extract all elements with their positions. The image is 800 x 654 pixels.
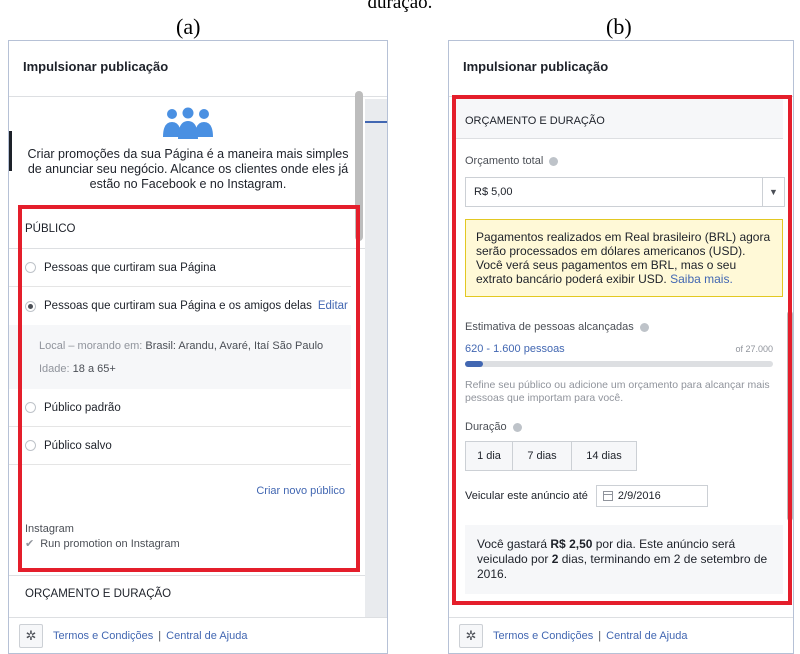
instagram-option-label: Run promotion on Instagram	[40, 537, 180, 550]
budget-duration-section: ORÇAMENTO E DURAÇÃO Orçamento total R$ 5…	[453, 99, 785, 594]
budget-value: R$ 5,00	[474, 186, 513, 198]
budget-label-row: Orçamento total	[453, 155, 783, 167]
audience-section-title: PÚBLICO	[9, 209, 365, 249]
checkmark-icon[interactable]: ✔	[25, 537, 34, 550]
reach-progress-bar	[465, 361, 773, 367]
panel-b-label: (b)	[606, 14, 632, 39]
budget-label: Orçamento total	[465, 155, 544, 167]
panel-footer: ✲ Termos e Condições | Central de Ajuda	[9, 617, 387, 653]
option-label: Público salvo	[44, 439, 112, 452]
reach-hint: Refine seu público ou adicione um orçame…	[465, 379, 770, 404]
reach-label-row: Estimativa de pessoas alcançadas	[453, 321, 783, 333]
radio-button[interactable]	[25, 440, 36, 451]
panel-footer: ✲ Termos e Condições | Central de Ajuda	[449, 617, 793, 653]
create-audience-link[interactable]: Criar novo público	[9, 465, 365, 505]
location-label: Local – morando em:	[39, 340, 143, 352]
duration-options: 1 dia 7 dias 14 dias	[465, 441, 783, 471]
radio-button[interactable]	[25, 402, 36, 413]
budget-select[interactable]: R$ 5,00 ▼	[465, 177, 785, 207]
spend-summary: Você gastará R$ 2,50 por dia. Este anúnc…	[465, 525, 783, 594]
audience-option-page-likers[interactable]: Pessoas que curtiram sua Página	[9, 249, 351, 287]
people-group-icon	[163, 107, 213, 139]
audience-option-saved[interactable]: Público salvo	[9, 427, 351, 465]
audience-option-page-likers-friends[interactable]: Pessoas que curtiram sua Página e os ami…	[9, 287, 351, 325]
terms-link[interactable]: Termos e Condições	[493, 630, 593, 642]
option-label: Público padrão	[44, 401, 121, 414]
panel-title: Impulsionar publicação	[449, 41, 793, 97]
duration-1-day-button[interactable]: 1 dia	[465, 441, 513, 471]
footer-separator: |	[598, 629, 602, 642]
reach-maximum: of 27.000	[735, 344, 773, 354]
scrollbar[interactable]	[787, 311, 793, 521]
reach-label: Estimativa de pessoas alcançadas	[465, 321, 634, 333]
end-date-row: Veicular este anúncio até 2/9/2016	[453, 485, 783, 507]
end-date-value: 2/9/2016	[617, 490, 661, 502]
currency-notice: Pagamentos realizados em Real brasileiro…	[465, 219, 783, 297]
daily-amount: R$ 2,50	[550, 537, 593, 551]
figure-caption: duração.	[367, 0, 433, 13]
duration-7-days-button[interactable]: 7 dias	[512, 441, 572, 471]
age-label: Idade:	[39, 363, 70, 375]
promo-block: Criar promoções da sua Página é a maneir…	[23, 99, 353, 192]
instagram-title: Instagram	[25, 523, 74, 535]
reach-estimate: 620 - 1.600 pessoas	[465, 343, 565, 355]
radio-button-selected[interactable]	[25, 300, 36, 312]
terms-link[interactable]: Termos e Condições	[53, 630, 153, 642]
option-label: Pessoas que curtiram sua Página e os ami…	[44, 300, 312, 312]
audience-option-default[interactable]: Público padrão	[9, 389, 351, 427]
footer-separator: |	[158, 629, 162, 642]
instagram-checkbox-row[interactable]: ✔ Run promotion on Instagram	[25, 537, 365, 551]
calendar-icon[interactable]	[602, 491, 613, 501]
edit-audience-link[interactable]: Editar	[318, 300, 348, 312]
audience-section: PÚBLICO Pessoas que curtiram sua Página …	[9, 209, 365, 550]
radio-button[interactable]	[25, 262, 36, 273]
option-label: Pessoas que curtiram sua Página	[44, 261, 216, 274]
chevron-down-icon[interactable]: ▼	[762, 178, 784, 206]
summary-text: Você gastará	[477, 537, 551, 551]
budget-section-title: ORÇAMENTO E DURAÇÃO	[453, 99, 783, 139]
promo-description: Criar promoções da sua Página é a maneir…	[27, 147, 349, 191]
gear-icon[interactable]: ✲	[459, 623, 483, 648]
run-until-label: Veicular este anúncio até	[465, 490, 588, 502]
learn-more-link[interactable]: Saiba mais.	[670, 272, 733, 286]
background-gutter	[365, 99, 387, 653]
location-value: Brasil: Arandu, Avaré, Itaí São Paulo	[145, 340, 324, 352]
age-value: 18 a 65+	[72, 363, 116, 375]
info-icon[interactable]	[639, 322, 649, 332]
duration-14-days-button[interactable]: 14 dias	[571, 441, 637, 471]
panel-title: Impulsionar publicação	[9, 41, 387, 97]
help-center-link[interactable]: Central de Ajuda	[166, 630, 247, 642]
end-date-input[interactable]: 2/9/2016	[595, 485, 708, 507]
panel-a-label: (a)	[176, 14, 201, 39]
reach-progress-fill	[465, 361, 484, 367]
audience-details: Local – morando em: Brasil: Arandu, Avar…	[9, 325, 351, 389]
info-icon[interactable]	[512, 422, 522, 432]
instagram-block: Instagram ✔ Run promotion on Instagram	[9, 505, 365, 550]
duration-label-row: Duração	[453, 421, 783, 433]
help-center-link[interactable]: Central de Ajuda	[606, 630, 687, 642]
reach-values: 620 - 1.600 pessoas of 27.000	[453, 343, 783, 355]
gear-icon[interactable]: ✲	[19, 623, 43, 648]
budget-section-collapsed[interactable]: ORÇAMENTO E DURAÇÃO	[9, 575, 365, 611]
panel-edge-marker	[9, 131, 12, 171]
duration-label: Duração	[465, 421, 507, 433]
boost-panel-b: Impulsionar publicação ORÇAMENTO E DURAÇ…	[448, 40, 794, 654]
info-icon[interactable]	[549, 156, 559, 166]
boost-panel-a: Impulsionar publicação Criar promoções d…	[8, 40, 388, 654]
